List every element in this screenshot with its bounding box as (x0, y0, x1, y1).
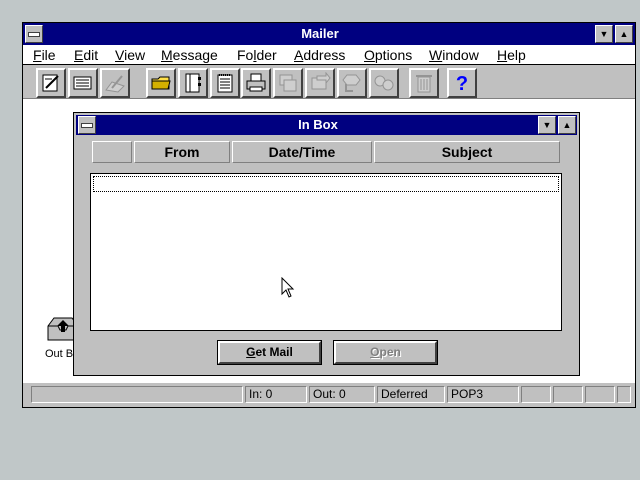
forward-button[interactable] (305, 68, 335, 98)
menu-options[interactable]: Options (364, 46, 412, 64)
address-book-icon (185, 73, 201, 93)
status-message (31, 386, 243, 403)
status-protocol: POP3 (447, 386, 519, 403)
column-header-subject[interactable]: Subject (374, 141, 560, 163)
mouse-cursor-icon (281, 277, 295, 298)
status-out-count: Out: 0 (309, 386, 375, 403)
reply-all-icon (374, 75, 394, 91)
trash-icon (416, 75, 432, 93)
menu-view[interactable]: View (115, 46, 145, 64)
main-titlebar[interactable]: Mailer ▼ ▲ (23, 23, 635, 45)
get-mail-button[interactable]: Get Mail (217, 340, 322, 365)
print-icon (246, 73, 266, 92)
open-button[interactable]: Open (333, 340, 438, 365)
message-list[interactable] (90, 173, 562, 331)
menu-help[interactable]: Help (497, 46, 526, 64)
focus-row[interactable] (93, 176, 559, 192)
reply-button[interactable] (337, 68, 367, 98)
status-cell-9 (617, 386, 631, 403)
main-window-title: Mailer (301, 26, 339, 41)
menu-edit[interactable]: Edit (74, 46, 98, 64)
read-message-button[interactable] (68, 68, 98, 98)
file-message-button[interactable] (273, 68, 303, 98)
help-icon: ? (456, 73, 468, 94)
inbox-minimize-button[interactable]: ▼ (538, 116, 556, 134)
inbox-window: In Box ▼ ▲ From Date/Time Subject Get Ma… (73, 112, 580, 376)
status-cell-7 (553, 386, 583, 403)
status-cell-8 (585, 386, 615, 403)
column-header-datetime[interactable]: Date/Time (232, 141, 372, 163)
menu-window[interactable]: Window (429, 46, 479, 64)
folder-button[interactable] (146, 68, 176, 98)
inbox-system-menu-button[interactable] (78, 116, 96, 134)
forward-icon (311, 72, 331, 90)
help-button[interactable]: ? (447, 68, 477, 98)
column-header-spacer (92, 141, 132, 163)
system-menu-icon (28, 32, 40, 37)
column-header-from[interactable]: From (134, 141, 230, 163)
inbox-system-menu-icon (81, 123, 93, 128)
minimize-icon: ▼ (599, 29, 609, 39)
menu-address[interactable]: Address (294, 46, 345, 64)
edit-message-icon (105, 75, 125, 93)
inbox-maximize-button[interactable]: ▲ (558, 116, 576, 134)
folder-icon (151, 76, 171, 90)
edit-message-button[interactable] (100, 68, 130, 98)
maximize-icon: ▲ (619, 29, 629, 39)
compose-button[interactable] (36, 68, 66, 98)
menu-file[interactable]: File (33, 46, 56, 64)
file-message-icon (279, 74, 297, 92)
maximize-button[interactable]: ▲ (615, 25, 633, 43)
minimize-button[interactable]: ▼ (595, 25, 613, 43)
svg-text:?: ? (456, 73, 468, 94)
reply-icon (342, 74, 361, 92)
maximize-icon: ▲ (562, 120, 572, 130)
inbox-titlebar[interactable]: In Box ▼ ▲ (76, 115, 577, 135)
status-cell-6 (521, 386, 551, 403)
read-message-icon (73, 76, 92, 90)
notepad-icon (217, 74, 233, 93)
system-menu-button[interactable] (25, 25, 43, 43)
delete-button[interactable] (409, 68, 439, 98)
notepad-button[interactable] (210, 68, 240, 98)
address-book-button[interactable] (178, 68, 208, 98)
inbox-title: In Box (298, 117, 338, 132)
status-in-count: In: 0 (245, 386, 307, 403)
reply-all-button[interactable] (369, 68, 399, 98)
status-mode: Deferred (377, 386, 445, 403)
toolbar: ? (23, 65, 635, 99)
menu-message[interactable]: Message (161, 46, 218, 64)
minimize-icon: ▼ (542, 120, 552, 130)
menu-bar: File Edit View Message Folder Address Op… (23, 45, 635, 65)
menu-folder[interactable]: Folder (237, 46, 277, 64)
compose-icon (42, 74, 59, 92)
print-button[interactable] (241, 68, 271, 98)
status-bar: In: 0 Out: 0 Deferred POP3 (23, 383, 635, 407)
